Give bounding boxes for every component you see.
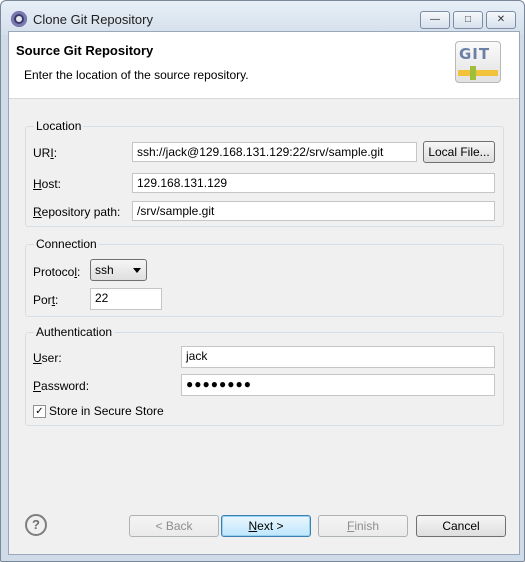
protocol-label-colon: : bbox=[77, 265, 81, 279]
password-label-mnemonic: P bbox=[33, 379, 42, 393]
dialog-client-area: Source Git Repository Enter the location… bbox=[8, 31, 520, 555]
eclipse-app-icon bbox=[11, 11, 27, 27]
close-button[interactable]: ✕ bbox=[486, 11, 516, 29]
page-description: Enter the location of the source reposit… bbox=[24, 68, 249, 82]
protocol-label: Protocol: bbox=[33, 265, 80, 279]
window-title: Clone Git Repository bbox=[33, 12, 153, 27]
chevron-down-icon bbox=[133, 268, 141, 273]
repo-label-mnemonic: R bbox=[33, 205, 42, 219]
uri-label-colon: : bbox=[53, 146, 58, 160]
port-input[interactable]: 22 bbox=[90, 288, 162, 310]
finish-button[interactable]: Finish bbox=[318, 515, 408, 537]
next-label: ext > bbox=[257, 519, 284, 533]
repo-label-text: epository path: bbox=[41, 205, 121, 219]
repository-path-label: Repository path: bbox=[33, 205, 120, 219]
repository-path-input[interactable]: /srv/sample.git bbox=[132, 201, 495, 221]
uri-label: URI: bbox=[33, 146, 57, 160]
port-label-colon: : bbox=[55, 293, 59, 307]
password-input[interactable]: ●●●●●●●● bbox=[181, 374, 495, 396]
host-label-mnemonic: H bbox=[33, 177, 42, 191]
host-label: Host: bbox=[33, 177, 61, 191]
next-mnemonic: N bbox=[248, 519, 258, 533]
uri-label-text: UR bbox=[33, 146, 51, 160]
password-label: Password: bbox=[33, 379, 89, 393]
help-icon[interactable]: ? bbox=[25, 514, 47, 536]
host-label-text: ost: bbox=[41, 177, 62, 191]
user-label-text: ser: bbox=[41, 351, 62, 365]
wizard-header: Source Git Repository Enter the location… bbox=[9, 32, 519, 99]
back-button[interactable]: < Back bbox=[129, 515, 219, 537]
password-label-text: assword: bbox=[41, 379, 90, 393]
protocol-select[interactable]: ssh bbox=[90, 259, 147, 281]
next-button[interactable]: Next > bbox=[221, 515, 311, 537]
local-file-button[interactable]: Local File... bbox=[423, 141, 495, 163]
uri-input[interactable]: ssh://jack@129.168.131.129:22/srv/sample… bbox=[132, 142, 417, 162]
git-logo-icon: GIT bbox=[455, 41, 501, 83]
protocol-selected-value: ssh bbox=[95, 263, 114, 277]
authentication-legend: Authentication bbox=[34, 325, 115, 339]
port-label: Port: bbox=[33, 293, 58, 307]
maximize-button[interactable]: □ bbox=[453, 11, 483, 29]
connection-legend: Connection bbox=[34, 237, 99, 251]
port-label-text: Por bbox=[33, 293, 52, 307]
page-title: Source Git Repository bbox=[16, 43, 154, 58]
host-input[interactable]: 129.168.131.129 bbox=[132, 173, 495, 193]
cancel-button[interactable]: Cancel bbox=[416, 515, 506, 537]
title-bar: Clone Git Repository — □ ✕ bbox=[1, 1, 524, 35]
back-button-label: < Back bbox=[155, 519, 193, 533]
user-label: User: bbox=[33, 351, 62, 365]
location-legend: Location bbox=[34, 119, 84, 133]
minimize-button[interactable]: — bbox=[420, 11, 450, 29]
git-logo-text: GIT bbox=[459, 45, 491, 63]
git-logo-bar bbox=[458, 70, 498, 76]
user-input[interactable]: jack bbox=[181, 346, 495, 368]
store-secure-label: Store in Secure Store bbox=[49, 404, 164, 418]
git-logo-branch bbox=[470, 66, 476, 80]
user-label-mnemonic: U bbox=[33, 351, 42, 365]
finish-label: inish bbox=[354, 519, 380, 533]
clone-git-dialog: Clone Git Repository — □ ✕ Source Git Re… bbox=[0, 0, 525, 562]
protocol-label-text: Protoco bbox=[33, 265, 75, 279]
store-secure-checkbox[interactable]: ✓ bbox=[33, 405, 46, 418]
